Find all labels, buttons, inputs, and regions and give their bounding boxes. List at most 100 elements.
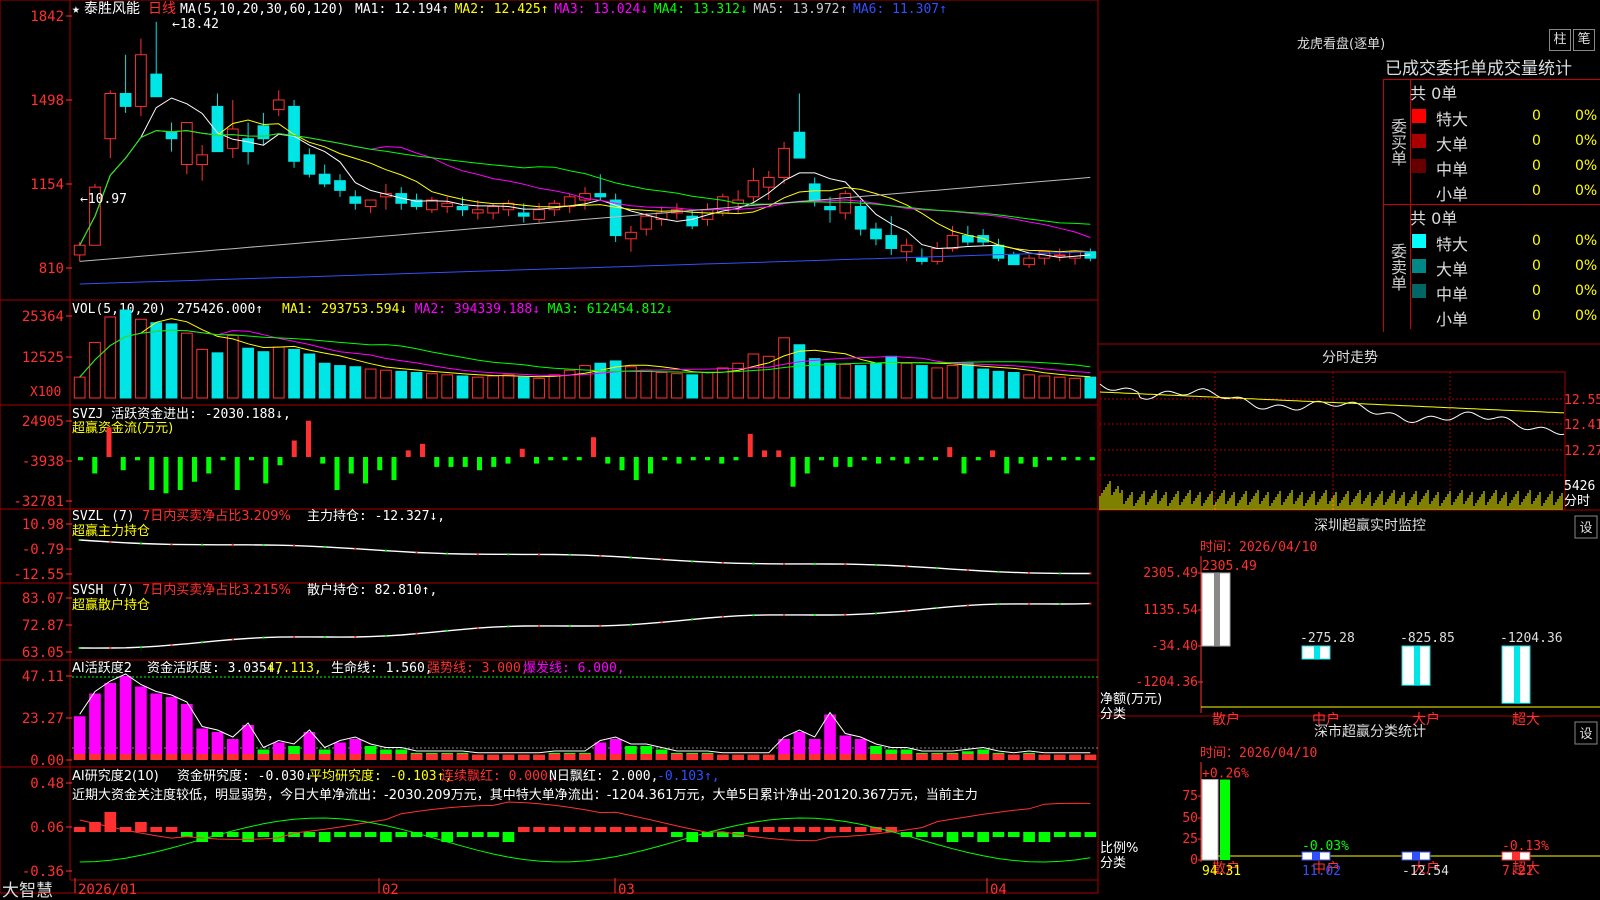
bar-mode-button[interactable]: 柱 [1549,29,1571,51]
y-tick-label: 1498 [30,93,64,109]
volume-bar [426,373,438,399]
candle-body [150,73,163,98]
research-bar [242,832,254,842]
dragon-tab-label[interactable]: 已成交委托单成交量统计 [1385,54,1572,79]
flow-bar [833,457,839,467]
active-bar-base [977,754,989,760]
svsh-dot [231,638,234,641]
ai-active-item: 47.113, [267,661,322,676]
candle-body [272,99,285,111]
svzl-value: 主力持仓: -12.327↓, [307,509,445,524]
volume-bar [701,372,714,399]
svsh-dot [293,635,296,638]
active-bar-base [793,754,806,760]
flow-bar [705,457,710,461]
vol-ma-item: MA1: 293753.594↓ [282,302,407,317]
research-bar [977,832,989,842]
active-bar-base [165,754,178,760]
star-icon: ★ [72,2,80,17]
candle-body [625,231,637,240]
svsh-dot [538,624,541,627]
buy-group: 委买单 共 0单 特大 0 0% 大单 0 0% 中单 0 0% 小单 0 0% [1384,80,1600,204]
flow-bar [135,457,140,461]
svzl-dot [874,563,877,566]
date-label: 03 [618,882,635,898]
svsh-name: SVSH (7) [72,583,135,598]
active-bar-base [471,754,484,760]
active-bar-base [839,754,852,760]
flow-bar [1004,457,1010,474]
order-count: 0 [1532,133,1541,149]
volume-bar [318,362,331,399]
pen-mode-button[interactable]: 笔 [1573,29,1595,51]
timeshare-title: 分时走势 [1322,350,1378,366]
stock-name[interactable]: 泰胜风能 [84,1,140,17]
y-tick-label: -3938 [22,454,64,470]
cls-settings-label[interactable]: 设 [1579,727,1592,742]
flow-bar [106,427,112,457]
class-top-label: +0.26% [1202,767,1249,782]
min-price-label: ←10.97 [80,192,127,207]
timeshare-price: 12.55 [1564,393,1600,408]
flow-bar [804,457,810,474]
volume-bar [517,376,530,399]
y-tick-label: -12.55 [13,567,64,583]
volume-bar [533,377,545,399]
svzl-dot [599,554,602,557]
research-bar [1007,832,1020,837]
flow-bar [933,457,938,461]
active-bar-base [150,754,163,760]
active-bar-base [533,754,545,760]
ai-research-panel[interactable]: 0.48 0.06 -0.36 AI研究度2(10) 资金研究度: -0.030↓,平均… [22,768,1097,880]
svzl-panel[interactable]: 10.98 -0.79 -12.55 SVZL (7) 7日内买卖净占比3.209% 主力… [13,508,1092,583]
svsh-dot [1089,602,1092,605]
svzl-dot [446,552,449,555]
szm-settings-label[interactable]: 设 [1579,521,1592,536]
svzl-dot [691,560,694,563]
volume-bar [1023,374,1035,399]
order-type: 中单 [1436,285,1469,304]
svsh-dot [844,613,847,616]
flow-bar [762,450,767,457]
ai-active-panel[interactable]: 47.11 23.27 0.00 AI活跃度2 资金活跃度: 3.035↑,47.113… [22,660,1098,769]
active-bar-base [257,754,270,760]
period-label[interactable]: 日线 [148,1,176,17]
research-bar [395,832,408,837]
sz-bar-stripe [1214,573,1220,646]
active-bar-base [272,754,285,760]
research-bar [824,827,836,832]
candle-body [104,92,117,140]
svsh-dot [446,629,449,632]
kline-panel[interactable]: 1842 1498 1154 810 ←18.42 ←10.97 [30,9,1097,285]
research-bar [594,827,607,832]
volume-bar [686,374,699,399]
flow-bar [519,448,525,457]
sz-bar-stripe [1314,646,1320,660]
szm-ytick: -34.40 [1151,639,1198,654]
volume-bar [900,362,913,399]
sz-value-label: -825.85 [1400,631,1455,646]
flow-bar [790,457,796,487]
svzl-dot [1028,571,1031,574]
volume-bar [226,334,239,399]
svsh-dot [783,613,786,616]
class-value-label: 11.02 [1302,864,1341,879]
volume-panel[interactable]: 25364 12525 X100 VOL(5,10,20) 275426.000↑ MA1… [22,302,1097,400]
svzj-panel[interactable]: 24905 -3938 -32781 SVZJ 活跃资金进出: -2030.188↓,… [13,406,1095,510]
y-tick-label: 23.27 [22,711,64,727]
candle-body [318,173,331,185]
active-bar [119,676,132,760]
flow-bar [876,457,881,464]
flow-bar [776,450,782,457]
flow-bar [149,457,155,490]
active-bar-base [135,754,147,760]
class-bar-pair [1220,779,1230,860]
svzl-dot [78,539,81,541]
active-bar [824,714,836,760]
candle-body [839,193,852,214]
y-tick-label: 0.06 [30,820,64,836]
ai-research-item: 资金研究度: -0.030↓, [177,768,320,784]
svsh-panel[interactable]: 83.07 72.87 63.05 SVSH (7) 7日内买卖净占比3.215% 散户持… [22,582,1092,661]
order-type: 小单 [1436,185,1469,204]
timeshare-panel[interactable]: 分时走势 12.55 12.41 12.27 5426分时 [1099,350,1600,511]
